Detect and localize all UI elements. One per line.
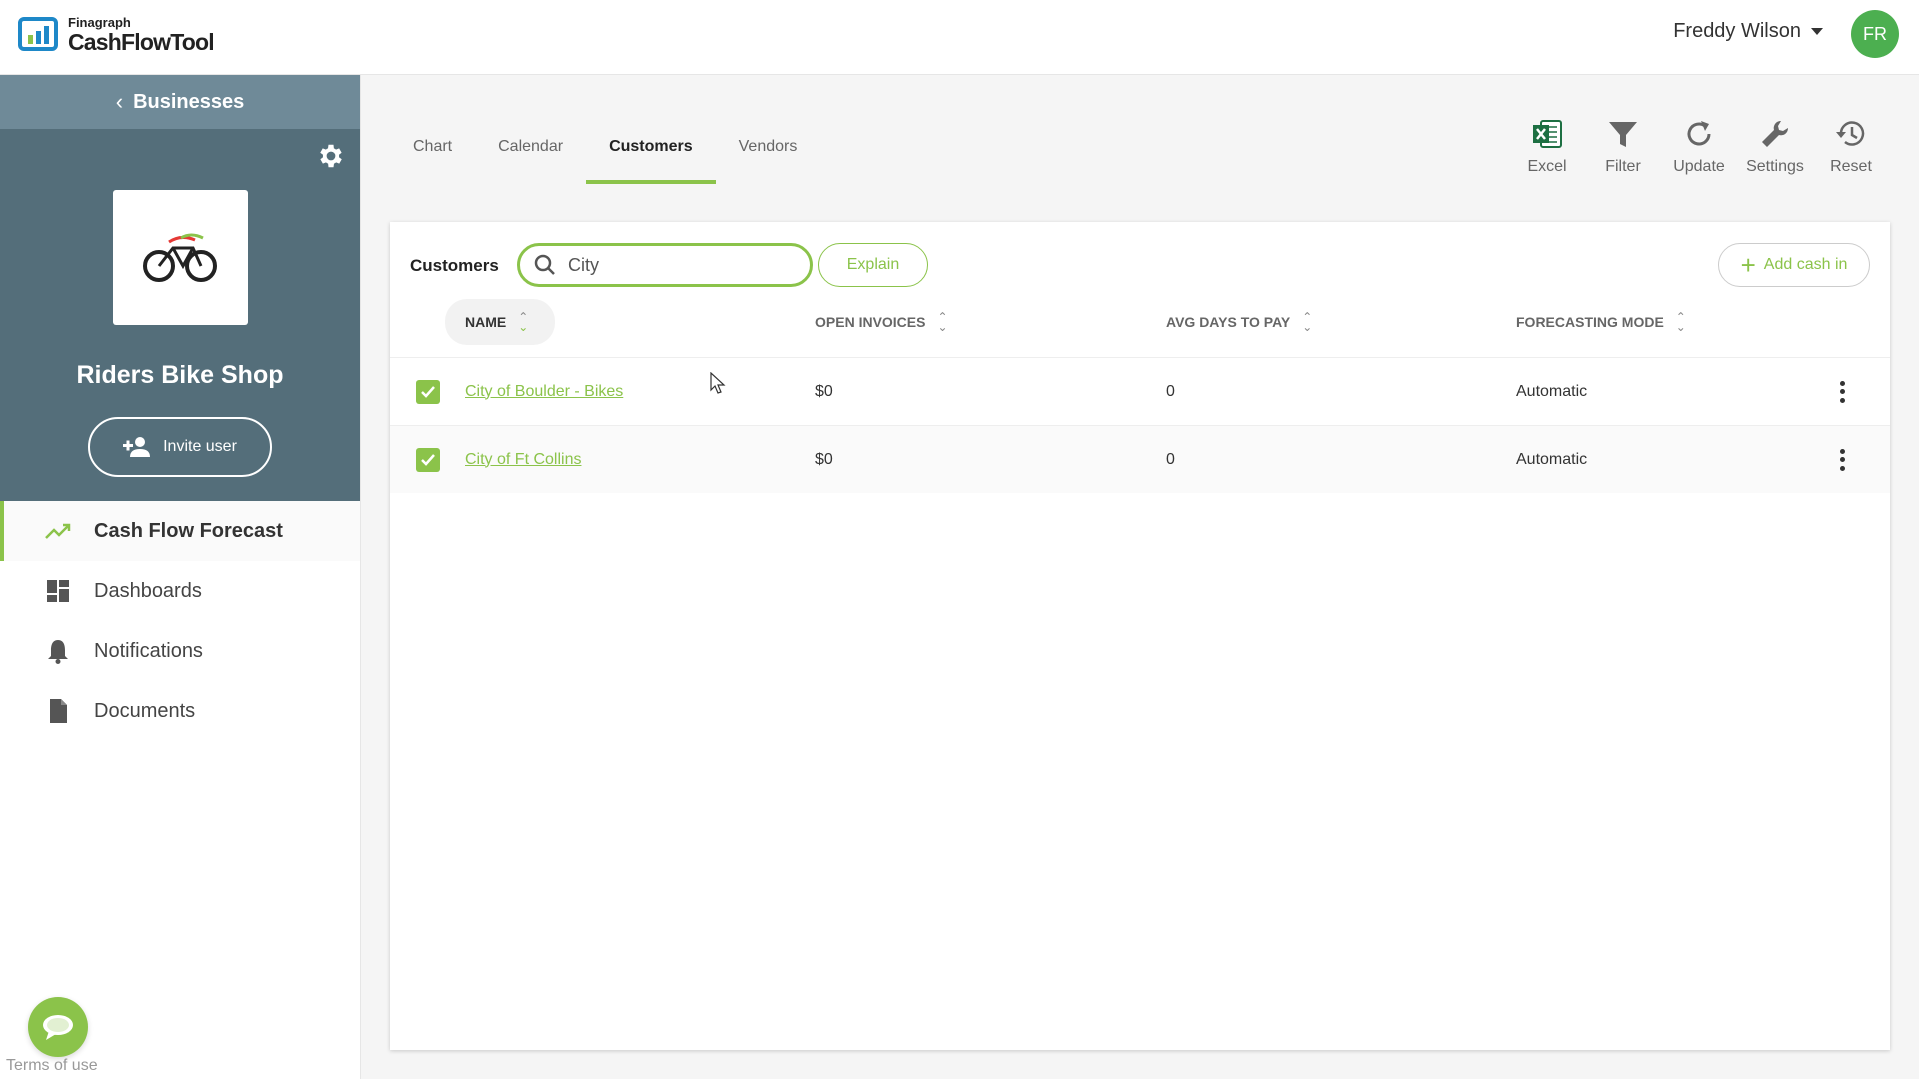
tool-label: Excel [1527,158,1567,175]
filter-button[interactable]: Filter [1585,118,1661,176]
forecasting-mode-value: Automatic [1516,382,1588,400]
table-row: City of Boulder - Bikes $0 0 Automatic [390,357,1890,425]
terms-of-use-link[interactable]: Terms of use [6,1057,98,1075]
plus-icon: + [1740,250,1756,280]
column-header-forecasting-mode[interactable]: FORECASTING MODE ⌃ ⌄ [1516,299,1686,345]
view-tabs: Chart Calendar Customers Vendors [390,120,820,184]
add-cash-label: Add cash in [1763,256,1848,273]
sort-icon: ⌃ ⌄ [1675,310,1686,334]
open-invoices-value: $0 [815,450,833,468]
column-label: NAME [465,314,507,330]
chat-button[interactable] [28,997,88,1057]
customer-name-link[interactable]: City of Boulder - Bikes [465,383,623,401]
avg-days-value: 0 [1166,450,1175,468]
reset-button[interactable]: Reset [1813,118,1889,176]
mouse-pointer-icon [710,372,726,394]
tool-label: Update [1673,158,1725,175]
filter-icon [1609,122,1637,147]
tab-customers[interactable]: Customers [586,120,716,184]
back-label: Businesses [133,90,245,113]
logo-chart-icon [18,17,60,53]
update-button[interactable]: Update [1661,118,1737,176]
settings-button[interactable]: Settings [1737,118,1813,176]
chevron-left-icon: ‹ [115,89,124,114]
row-checkbox[interactable] [416,379,440,404]
tool-label: Settings [1746,158,1804,175]
search-input[interactable] [568,254,768,276]
column-label: OPEN INVOICES [815,314,926,330]
avatar[interactable]: FR [1851,10,1899,58]
document-icon [44,697,72,725]
search-field[interactable] [517,243,813,287]
add-cash-in-button[interactable]: + Add cash in [1718,243,1870,287]
sort-icon: ⌃ ⌄ [937,310,948,334]
column-label: AVG DAYS TO PAY [1166,314,1291,330]
customers-title: Customers [410,256,499,275]
back-to-businesses[interactable]: ‹ Businesses [0,75,360,129]
business-name: Riders Bike Shop [76,361,284,389]
column-header-avg-days[interactable]: AVG DAYS TO PAY ⌃ ⌄ [1166,299,1312,345]
customers-card: Customers Explain + Add cash in NAME ⌃⌄ … [390,222,1890,1050]
trending-up-icon [44,517,72,545]
forecasting-mode-value: Automatic [1516,450,1588,468]
customer-name-link[interactable]: City of Ft Collins [465,451,581,469]
chat-icon [43,1015,73,1040]
gear-icon[interactable] [316,141,346,171]
bicycle-icon [142,233,217,282]
tab-calendar[interactable]: Calendar [475,120,586,184]
top-bar: Finagraph CashFlowTool Freddy Wilson FR [0,0,1919,75]
nav-documents[interactable]: Documents [0,681,360,741]
add-person-icon [123,437,151,457]
tab-chart[interactable]: Chart [390,120,475,184]
column-header-open-invoices[interactable]: OPEN INVOICES ⌃ ⌄ [815,299,948,345]
sort-icon: ⌃ ⌄ [518,310,529,334]
dashboard-icon [44,577,72,605]
sort-icon: ⌃ ⌄ [1302,310,1313,334]
table-row: City of Ft Collins $0 0 Automatic [390,425,1890,493]
logo-product: CashFlowTool [68,29,215,55]
nav-label: Cash Flow Forecast [94,519,283,542]
history-icon [1836,121,1865,146]
explain-button[interactable]: Explain [818,243,928,287]
excel-button[interactable]: Excel [1509,118,1585,176]
refresh-icon [1687,121,1711,146]
user-menu[interactable]: Freddy Wilson [1673,20,1823,43]
bell-icon [44,637,72,665]
invite-label: Invite user [163,438,237,455]
tool-label: Reset [1830,158,1872,175]
caret-down-icon [1811,28,1823,35]
check-icon [421,453,435,466]
nav-label: Dashboards [94,579,202,602]
nav-dashboards[interactable]: Dashboards [0,561,360,621]
nav-cash-flow-forecast[interactable]: Cash Flow Forecast [0,501,360,561]
nav-label: Documents [94,699,196,722]
toolbar: Excel Filter Update Settings Reset [1509,118,1889,176]
more-options-icon[interactable] [1832,378,1852,406]
search-icon [534,254,555,275]
sidebar: ‹ Businesses Riders Bike Shop Invite use… [0,75,361,1079]
nav-label: Notifications [94,639,203,662]
avg-days-value: 0 [1166,382,1175,400]
app-logo[interactable]: Finagraph CashFlowTool [18,15,215,55]
nav-notifications[interactable]: Notifications [0,621,360,681]
tab-vendors[interactable]: Vendors [716,120,821,184]
user-name: Freddy Wilson [1673,20,1801,42]
business-panel: Riders Bike Shop Invite user [0,129,360,501]
wrench-icon [1762,120,1789,147]
business-logo [113,190,248,325]
open-invoices-value: $0 [815,382,833,400]
excel-icon [1533,120,1562,148]
check-icon [421,385,435,398]
more-options-icon[interactable] [1832,446,1852,474]
tool-label: Filter [1605,158,1641,175]
column-label: FORECASTING MODE [1516,314,1664,330]
row-checkbox[interactable] [416,447,440,472]
invite-user-button[interactable]: Invite user [88,417,272,477]
column-header-name[interactable]: NAME ⌃ ⌄ [445,299,555,345]
logo-company: Finagraph [68,15,131,30]
